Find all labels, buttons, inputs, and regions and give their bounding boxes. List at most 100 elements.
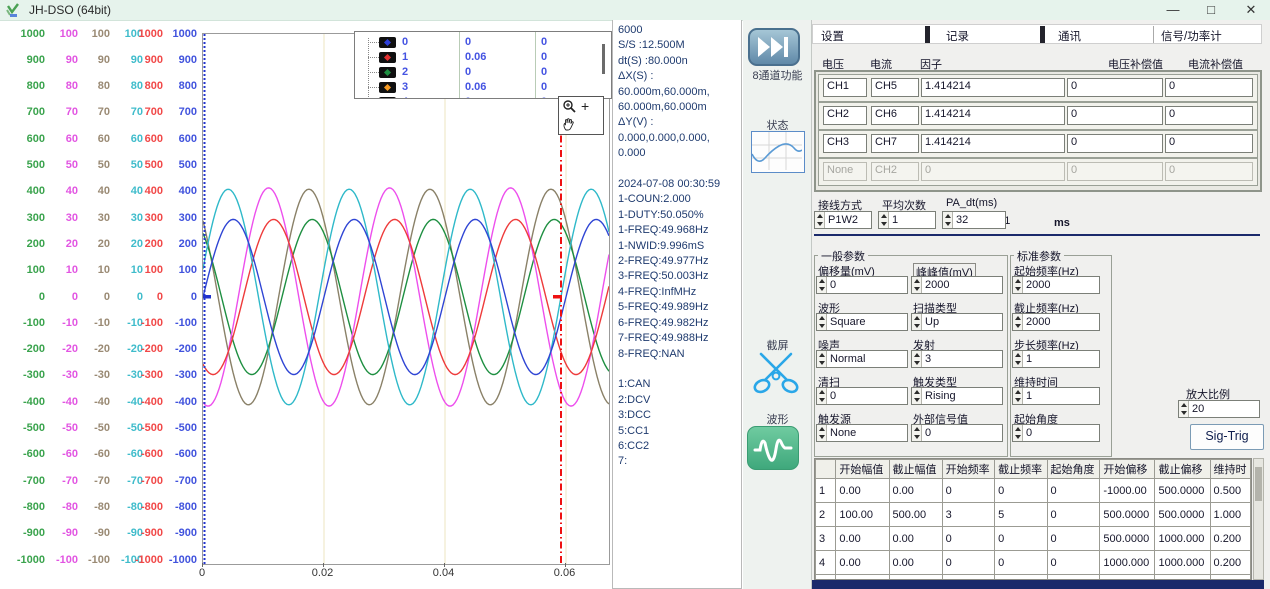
sweep-table-cell[interactable]: 0 [995, 551, 1047, 575]
general-params-field-1-spin-arrows[interactable] [912, 277, 922, 293]
sweep-table-cell[interactable]: 1000.000 [1100, 551, 1155, 575]
general-params-field-4-spin-arrows[interactable] [817, 351, 827, 367]
channel-vcomp-field[interactable]: 0 [1067, 78, 1163, 97]
legend-row[interactable]: 200 [355, 65, 611, 80]
general-params-field-7-value[interactable]: Rising [922, 388, 959, 404]
general-params-field-9-spin-arrows[interactable] [912, 425, 922, 441]
standard-params-field-4-spin-arrows[interactable] [1013, 425, 1023, 441]
standard-params-field-2-value[interactable]: 1 [1023, 351, 1035, 367]
sweep-table-cell[interactable]: 0.00 [836, 527, 889, 551]
sweep-table-cell[interactable]: 5 [995, 503, 1047, 527]
general-params-field-9[interactable]: 0 [911, 424, 1003, 442]
cursor-zero-marker[interactable] [553, 295, 561, 299]
wiring-spin-0[interactable]: P1W2 [814, 211, 872, 229]
channel-icomp-field[interactable]: 0 [1165, 134, 1253, 153]
wiring-spin-0-spin-arrows[interactable] [815, 212, 825, 228]
channel-voltage-field[interactable]: CH2 [823, 106, 867, 125]
sweep-table-cell[interactable]: 500.0000 [1155, 503, 1210, 527]
standard-params-field-1[interactable]: 2000 [1012, 313, 1100, 331]
general-params-field-3-spin-arrows[interactable] [912, 314, 922, 330]
zoom-scale-spin[interactable]: 20 [1178, 400, 1260, 418]
sweep-table-cell[interactable]: 0 [942, 527, 994, 551]
pan-hand-icon[interactable] [562, 117, 576, 131]
general-params-field-8-value[interactable]: None [827, 425, 859, 441]
standard-params-field-0[interactable]: 2000 [1012, 276, 1100, 294]
standard-params-field-3-spin-arrows[interactable] [1013, 388, 1023, 404]
channel-vcomp-field[interactable]: 0 [1067, 106, 1163, 125]
standard-params-field-2[interactable]: 1 [1012, 350, 1100, 368]
channel-vcomp-field[interactable]: 0 [1067, 134, 1163, 153]
minimize-button[interactable]: — [1158, 0, 1188, 20]
general-params-field-2-value[interactable]: Square [827, 314, 868, 330]
wiring-spin-0-value[interactable]: P1W2 [825, 212, 861, 228]
sweep-table-cell[interactable]: 0 [942, 479, 994, 503]
general-params-field-6-value[interactable]: 0 [827, 388, 839, 404]
channel-voltage-field[interactable]: CH3 [823, 134, 867, 153]
sweep-table-cell[interactable]: 500.0000 [1100, 503, 1155, 527]
sweep-table-cell[interactable]: -1000.00 [1100, 479, 1155, 503]
sweep-table-cell[interactable]: 0 [1047, 479, 1100, 503]
general-params-field-4[interactable]: Normal [816, 350, 908, 368]
sweep-table-cell[interactable]: 2 [816, 503, 836, 527]
sweep-table-cell[interactable]: 0.00 [836, 551, 889, 575]
sweep-table-cell[interactable]: 0.00 [889, 551, 942, 575]
tab-settings[interactable]: 设置 [821, 28, 844, 44]
standard-params-field-1-value[interactable]: 2000 [1023, 314, 1053, 330]
channel-current-field[interactable]: CH7 [871, 134, 919, 153]
general-params-field-2-spin-arrows[interactable] [817, 314, 827, 330]
run-fast-forward-button[interactable] [748, 28, 800, 66]
sweep-table-cell[interactable]: 0.00 [836, 479, 889, 503]
screenshot-scissors-button[interactable] [751, 350, 801, 401]
sweep-table-cell[interactable]: 3 [942, 503, 994, 527]
trace-legend[interactable]: 00010.06020030.060400 [354, 31, 612, 99]
standard-params-field-2-spin-arrows[interactable] [1013, 351, 1023, 367]
close-button[interactable]: ✕ [1236, 0, 1266, 20]
standard-params-field-1-spin-arrows[interactable] [1013, 314, 1023, 330]
general-params-field-8-spin-arrows[interactable] [817, 425, 827, 441]
sweep-table-cell[interactable]: 0.00 [889, 479, 942, 503]
sweep-table-cell[interactable]: 0.500 [1210, 479, 1250, 503]
sweep-table-cell[interactable]: 500.00 [889, 503, 942, 527]
standard-params-field-0-value[interactable]: 2000 [1023, 277, 1053, 293]
general-params-field-1-value[interactable]: 2000 [922, 277, 952, 293]
general-params-field-4-value[interactable]: Normal [827, 351, 868, 367]
general-params-field-0[interactable]: 0 [816, 276, 908, 294]
general-params-field-3[interactable]: Up [911, 313, 1003, 331]
legend-row[interactable]: 10.060 [355, 50, 611, 65]
wiring-spin-1-value[interactable]: 1 [889, 212, 901, 228]
scrollbar-thumb[interactable] [1255, 467, 1262, 501]
zoom-in-icon[interactable] [562, 99, 577, 114]
zoom-scale-spin-spin-arrows[interactable] [1179, 401, 1189, 417]
sweep-table-scrollbar[interactable] [1253, 458, 1264, 580]
standard-params-field-4[interactable]: 0 [1012, 424, 1100, 442]
sweep-table-cell[interactable]: 0.00 [889, 527, 942, 551]
sweep-table-cell[interactable]: 500.0000 [1155, 479, 1210, 503]
general-params-field-5-spin-arrows[interactable] [912, 351, 922, 367]
standard-params-field-3[interactable]: 1 [1012, 387, 1100, 405]
channel-current-field[interactable]: CH5 [871, 78, 919, 97]
legend-scrollbar[interactable] [602, 44, 605, 74]
wiring-spin-2-spin-arrows[interactable] [943, 212, 953, 228]
sweep-table-cell[interactable]: 1.000 [1210, 503, 1250, 527]
channel-icomp-field[interactable]: 0 [1165, 106, 1253, 125]
general-params-field-5[interactable]: 3 [911, 350, 1003, 368]
general-params-field-3-value[interactable]: Up [922, 314, 942, 330]
channel-factor-field[interactable]: 1.414214 [921, 78, 1065, 97]
general-params-field-7-spin-arrows[interactable] [912, 388, 922, 404]
general-params-field-0-value[interactable]: 0 [827, 277, 839, 293]
maximize-button[interactable]: □ [1196, 0, 1226, 20]
general-params-field-1[interactable]: 2000 [911, 276, 1003, 294]
general-params-field-5-value[interactable]: 3 [922, 351, 934, 367]
sweep-table-cell[interactable]: 500.0000 [1100, 527, 1155, 551]
sweep-table-cell[interactable]: 0 [1047, 551, 1100, 575]
wiring-spin-1-spin-arrows[interactable] [879, 212, 889, 228]
general-params-field-6[interactable]: 0 [816, 387, 908, 405]
standard-params-field-0-spin-arrows[interactable] [1013, 277, 1023, 293]
sweep-table-cell[interactable]: 1000.000 [1155, 527, 1210, 551]
sig-trig-button[interactable]: Sig-Trig [1190, 424, 1264, 450]
legend-row[interactable]: 000 [355, 35, 611, 50]
general-params-field-8[interactable]: None [816, 424, 908, 442]
channel-icomp-field[interactable]: 0 [1165, 78, 1253, 97]
sweep-table-cell[interactable]: 3 [816, 527, 836, 551]
channel-voltage-field[interactable]: CH1 [823, 78, 867, 97]
